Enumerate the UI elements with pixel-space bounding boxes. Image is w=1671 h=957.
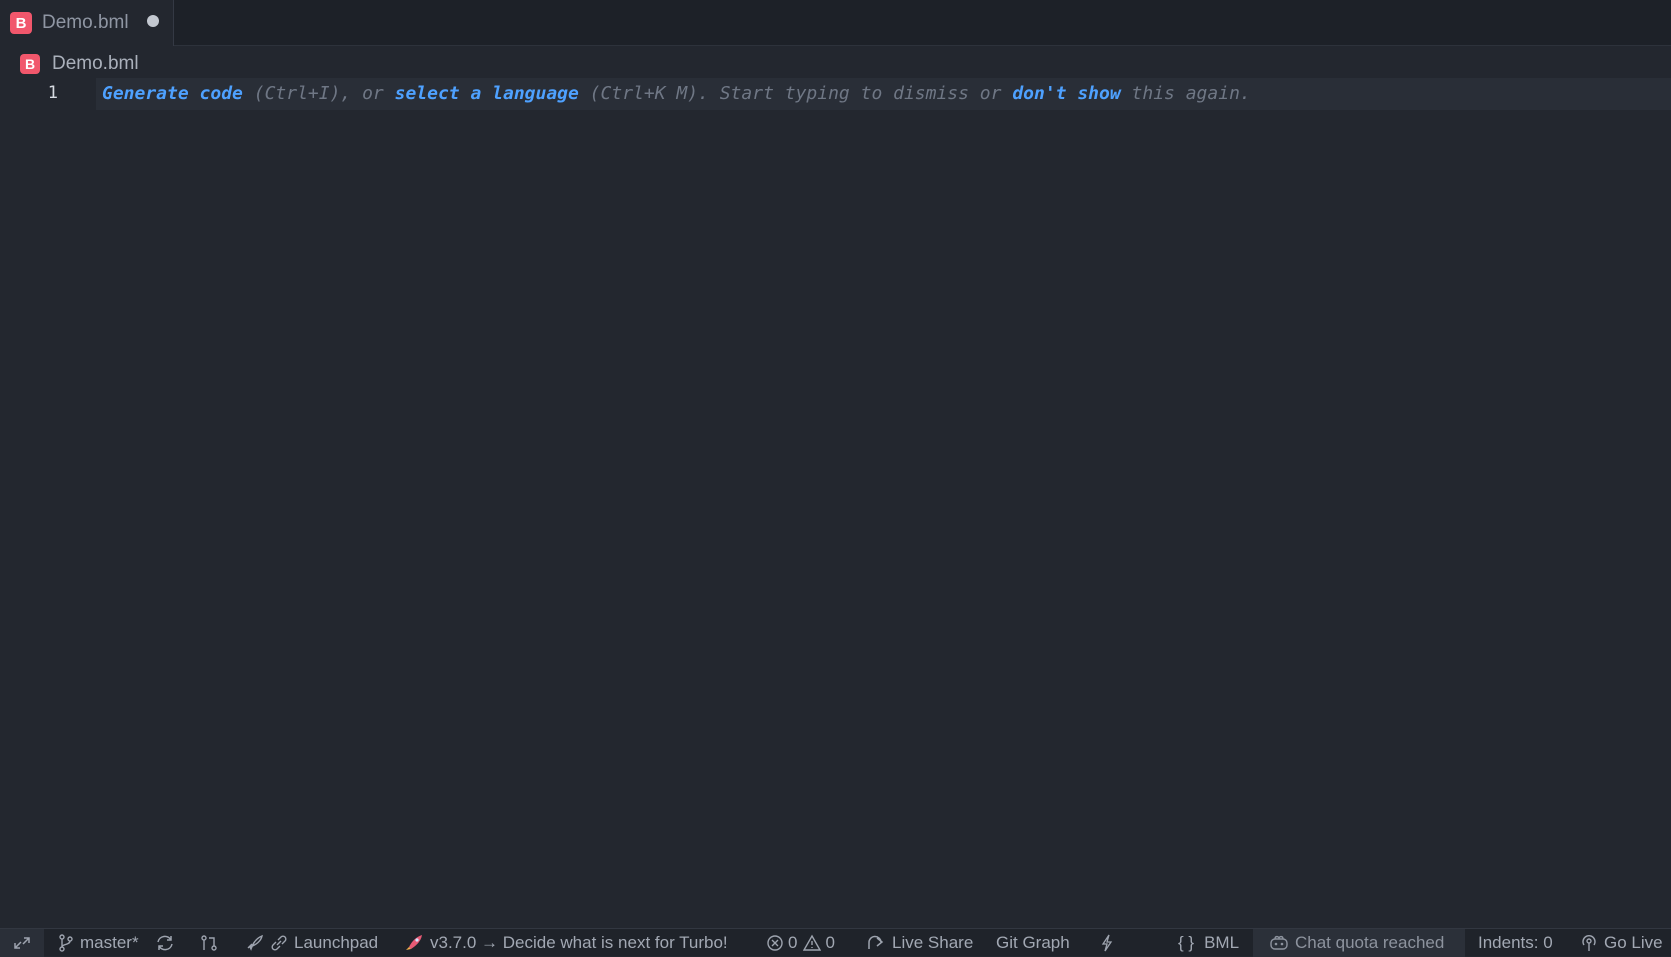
go-live-label: Go Live: [1604, 933, 1663, 952]
git-graph-label: Git Graph: [996, 933, 1070, 952]
line-number: 1: [47, 83, 58, 103]
sync-button[interactable]: [155, 929, 175, 957]
braces-icon: { }: [1178, 933, 1195, 952]
broadcast-icon: [1580, 934, 1598, 952]
lightning-button[interactable]: [1100, 929, 1114, 957]
chat-quota-label: Chat quota reached: [1295, 933, 1445, 952]
breadcrumb[interactable]: B Demo.bml: [20, 52, 139, 76]
git-branch-icon: [58, 934, 74, 952]
generate-code-link[interactable]: Generate code: [102, 83, 243, 104]
error-icon: [766, 934, 784, 952]
turbo-version-label: v3.7.0 → Decide what is next for Turbo!: [430, 933, 728, 952]
select-language-link[interactable]: select a language: [395, 83, 579, 104]
hint-text-ctrl-i: (Ctrl+I), or: [242, 83, 395, 104]
empty-editor-hint: Generate code (Ctrl+I), or select a lang…: [102, 83, 1251, 104]
live-share-button[interactable]: Live Share: [866, 929, 973, 957]
indentation-button[interactable]: Indents: 0: [1478, 929, 1553, 957]
bml-file-icon: B: [20, 54, 40, 74]
tab-label: Demo.bml: [42, 12, 129, 33]
remote-indicator-button[interactable]: [0, 929, 44, 957]
remote-icon: [13, 935, 31, 951]
rocket-outline-icon: [244, 934, 264, 952]
live-share-icon: [866, 934, 886, 952]
warning-count: 0: [825, 933, 835, 952]
source-control-graph-button[interactable]: [200, 929, 218, 957]
bml-file-icon: B: [10, 12, 32, 34]
link-icon: [270, 934, 288, 952]
unsaved-dot-icon[interactable]: [147, 15, 159, 27]
git-graph-button[interactable]: Git Graph: [996, 929, 1070, 957]
launchpad-label: Launchpad: [294, 933, 379, 952]
turbo-version-item[interactable]: v3.7.0 → Decide what is next for Turbo!: [404, 929, 728, 957]
copilot-icon: [1269, 934, 1289, 952]
breadcrumb-file-label[interactable]: Demo.bml: [52, 53, 139, 75]
indents-label: Indents: 0: [1478, 933, 1553, 952]
rocket-icon: [404, 934, 424, 952]
language-mode-button[interactable]: { } BML: [1178, 929, 1239, 957]
branch-status-item[interactable]: master*: [58, 929, 139, 957]
git-compare-icon: [200, 934, 218, 952]
sync-icon: [155, 934, 175, 952]
dont-show-link[interactable]: don't show: [1012, 83, 1120, 104]
hint-text-again: this again.: [1120, 83, 1251, 104]
launchpad-button[interactable]: Launchpad: [244, 929, 378, 957]
chat-quota-status[interactable]: Chat quota reached: [1253, 929, 1465, 957]
tab-demo-bml[interactable]: B Demo.bml: [0, 0, 174, 46]
go-live-button[interactable]: Go Live: [1580, 929, 1663, 957]
tab-bar: B Demo.bml: [0, 0, 1671, 46]
hint-text-ctrl-k-m: (Ctrl+K M). Start typing to dismiss or: [578, 83, 1013, 104]
live-share-label: Live Share: [892, 933, 974, 952]
branch-name: master*: [80, 933, 139, 952]
warning-icon: [803, 934, 822, 952]
lightning-icon: [1100, 934, 1114, 952]
language-label: BML: [1204, 933, 1240, 952]
status-bar: master* Launchpad v3.7.0 → Decide what i…: [0, 928, 1671, 957]
editor-line-1[interactable]: 1 Generate code (Ctrl+I), or select a la…: [0, 78, 1671, 110]
problems-status-item[interactable]: 0 0: [766, 929, 835, 957]
error-count: 0: [788, 933, 798, 952]
